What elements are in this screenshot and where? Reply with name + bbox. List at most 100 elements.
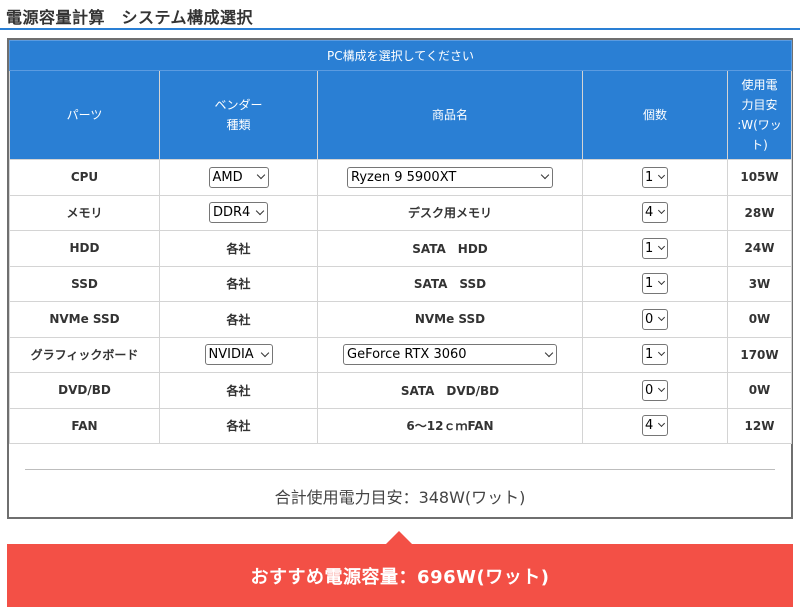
table-row: DVD/BD 各社 SATA DVD/BD 0 0W: [9, 372, 793, 409]
power-watt: 170W: [726, 336, 793, 373]
quantity-cell: 0: [582, 372, 728, 409]
arrow-up-icon: [386, 531, 412, 544]
product-name: SATA SSD: [317, 265, 583, 302]
quantity-select[interactable]: 1: [642, 273, 668, 295]
quantity-value: 1: [645, 240, 654, 256]
vendor-value: AMD: [212, 169, 243, 185]
quantity-select[interactable]: 4: [642, 415, 668, 437]
chevron-down-icon: [657, 384, 666, 392]
quantity-select[interactable]: 1: [642, 344, 668, 366]
quantity-value: 1: [645, 276, 654, 292]
table-caption: PC構成を選択してください: [8, 40, 793, 71]
chevron-down-icon: [657, 313, 666, 321]
part-name: DVD/BD: [9, 372, 160, 409]
power-watt: 0W: [726, 301, 793, 338]
part-name: メモリ: [9, 194, 160, 231]
product-select[interactable]: GeForce RTX 3060: [343, 344, 557, 366]
part-name: CPU: [9, 159, 160, 196]
power-watt: 28W: [726, 194, 793, 231]
chevron-down-icon: [657, 349, 666, 357]
vendor-name: 各社: [159, 372, 318, 409]
configuration-panel: PC構成を選択してください パーツ ベンダー 種類 商品名 個数 使用電 力目安…: [7, 38, 793, 519]
header-watt: 使用電 力目安 :W(ワッ ト): [726, 70, 793, 160]
table-row: CPU AMD Ryzen 9 5900XT 1 105W: [9, 159, 793, 196]
table-row: NVMe SSD 各社 NVMe SSD 0 0W: [9, 301, 793, 338]
quantity-select[interactable]: 4: [642, 202, 668, 224]
quantity-cell: 4: [582, 194, 728, 231]
quantity-select[interactable]: 0: [642, 308, 668, 330]
part-name: FAN: [9, 407, 160, 444]
power-watt: 12W: [726, 407, 793, 444]
quantity-value: 0: [645, 382, 654, 398]
vendor-select[interactable]: DDR4: [209, 202, 268, 224]
vendor-name: 各社: [159, 265, 318, 302]
part-name: HDD: [9, 230, 160, 267]
summary-divider: [25, 469, 775, 470]
quantity-cell: 0: [582, 301, 728, 338]
quantity-value: 1: [645, 169, 654, 185]
quantity-value: 4: [645, 418, 654, 434]
vendor-value: NVIDIA: [208, 347, 254, 363]
product-name: デスク用メモリ: [317, 194, 583, 231]
vendor-cell: NVIDIA: [159, 336, 318, 373]
chevron-down-icon: [657, 242, 666, 250]
quantity-cell: 4: [582, 407, 728, 444]
table-header-row: パーツ ベンダー 種類 商品名 個数 使用電 力目安 :W(ワッ ト): [9, 70, 793, 160]
vendor-name: 各社: [159, 301, 318, 338]
table-row: グラフィックボード NVIDIA GeForce RTX 3060 1 170W: [9, 336, 793, 373]
product-value: GeForce RTX 3060: [347, 347, 467, 363]
product-name: 6～12ｃｍFAN: [317, 407, 583, 444]
header-count: 個数: [582, 70, 728, 160]
vendor-name: 各社: [159, 230, 318, 267]
product-cell: Ryzen 9 5900XT: [317, 159, 583, 196]
chevron-down-icon: [256, 171, 265, 180]
vendor-select[interactable]: AMD: [208, 166, 269, 188]
total-power-estimate: 合計使用電力目安：348W(ワット): [274, 488, 526, 507]
quantity-value: 0: [645, 311, 654, 327]
power-watt: 0W: [726, 372, 793, 409]
vendor-cell: AMD: [159, 159, 318, 196]
vendor-cell: DDR4: [159, 194, 318, 231]
quantity-cell: 1: [582, 265, 728, 302]
table-row: HDD 各社 SATA HDD 1 24W: [9, 230, 793, 267]
table-row: SSD 各社 SATA SSD 1 3W: [9, 265, 793, 302]
part-name: SSD: [9, 265, 160, 302]
product-name: SATA DVD/BD: [317, 372, 583, 409]
quantity-value: 4: [645, 205, 654, 221]
title-underline: [0, 28, 800, 30]
header-parts: パーツ: [9, 70, 160, 160]
product-value: Ryzen 9 5900XT: [351, 169, 457, 185]
power-watt: 105W: [726, 159, 793, 196]
power-watt: 24W: [726, 230, 793, 267]
page-title: 電源容量計算 システム構成選択: [6, 8, 254, 27]
chevron-down-icon: [260, 348, 269, 357]
chevron-down-icon: [657, 207, 666, 215]
table-row: メモリ DDR4 デスク用メモリ 4 28W: [9, 194, 793, 231]
power-watt: 3W: [726, 265, 793, 302]
table-row: FAN 各社 6～12ｃｍFAN 4 12W: [9, 407, 793, 444]
product-cell: GeForce RTX 3060: [317, 336, 583, 373]
quantity-cell: 1: [582, 336, 728, 373]
quantity-select[interactable]: 1: [642, 237, 668, 259]
product-name: SATA HDD: [317, 230, 583, 267]
vendor-select[interactable]: NVIDIA: [204, 344, 273, 366]
part-name: グラフィックボード: [9, 336, 160, 373]
chevron-down-icon: [544, 348, 554, 357]
quantity-value: 1: [645, 347, 654, 363]
chevron-down-icon: [657, 278, 666, 286]
chevron-down-icon: [540, 171, 550, 180]
product-name: NVMe SSD: [317, 301, 583, 338]
vendor-value: DDR4: [213, 205, 251, 221]
header-vendor: ベンダー 種類: [159, 70, 318, 160]
vendor-name: 各社: [159, 407, 318, 444]
part-name: NVMe SSD: [9, 301, 160, 338]
product-select[interactable]: Ryzen 9 5900XT: [347, 166, 553, 188]
header-product: 商品名: [317, 70, 583, 160]
chevron-down-icon: [255, 206, 265, 215]
chevron-down-icon: [657, 171, 666, 179]
quantity-select[interactable]: 0: [642, 379, 668, 401]
recommended-psu-capacity: おすすめ電源容量：696W(ワット): [7, 544, 793, 607]
quantity-select[interactable]: 1: [642, 166, 668, 188]
quantity-cell: 1: [582, 230, 728, 267]
chevron-down-icon: [657, 420, 666, 428]
